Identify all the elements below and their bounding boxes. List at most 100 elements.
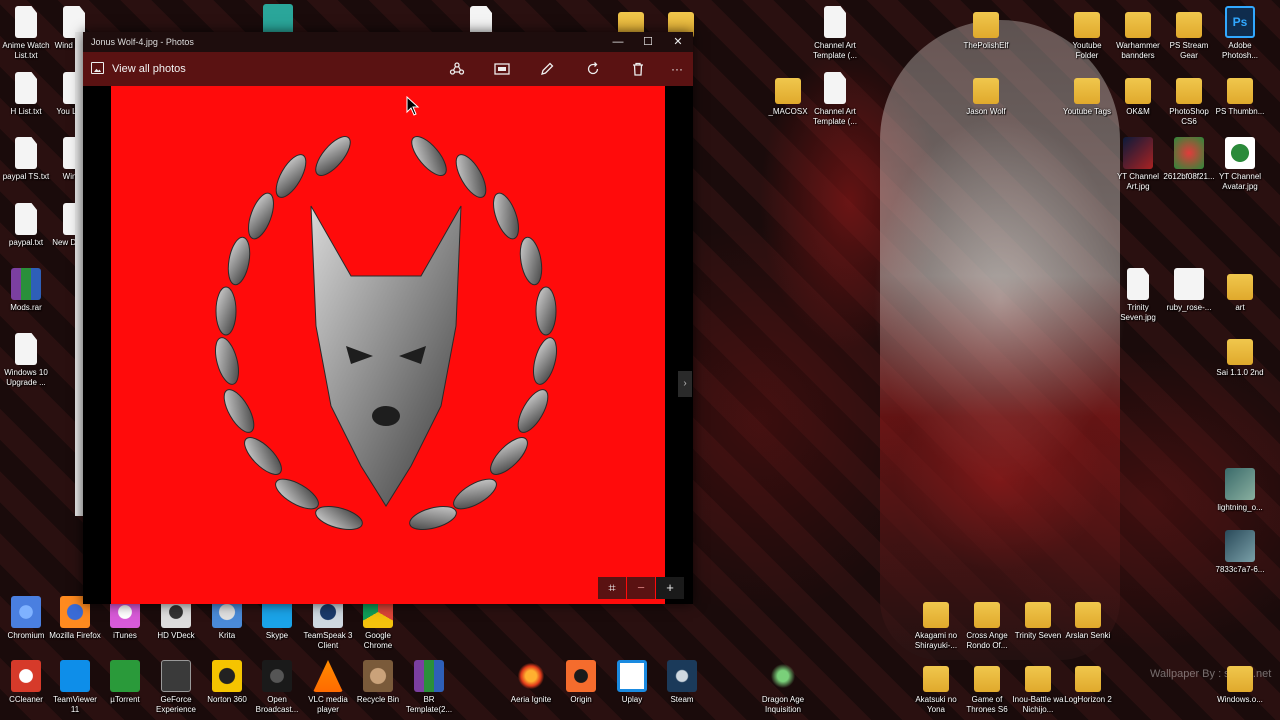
desktop-icon-teamviewer[interactable]: TeamViewer 11 xyxy=(49,660,101,715)
desktop-icon-ps-thumbn[interactable]: PS Thumbn... xyxy=(1214,72,1266,117)
desktop-icon-warhammer[interactable]: Warhammer bannders xyxy=(1112,6,1164,61)
desktop-icon-paypal-ts[interactable]: paypal TS.txt xyxy=(0,137,52,182)
desktop-icon-aeria-ignite[interactable]: Aeria Ignite xyxy=(505,660,557,705)
desktop-icon-geforce[interactable]: GeForce Experience xyxy=(150,660,202,715)
view-all-photos-link[interactable]: View all photos xyxy=(112,63,186,75)
desktop-icon-game-of-thrones[interactable]: Game of Thrones S6 xyxy=(961,660,1013,715)
desktop-icon-lightning[interactable]: lightning_o... xyxy=(1214,468,1266,513)
desktop-icon-obs[interactable]: Open Broadcast... xyxy=(251,660,303,715)
zoom-controls: ⌗ − + xyxy=(598,577,692,599)
text-file-icon xyxy=(15,72,37,104)
desktop-icon-thepolishelf[interactable]: ThePolishElf xyxy=(960,6,1012,51)
maximize-button[interactable]: ☐ xyxy=(633,32,663,52)
folder-icon xyxy=(1074,78,1100,104)
desktop-icon-photoshop-cs6[interactable]: PhotoShop CS6 xyxy=(1163,72,1215,127)
uplay-icon xyxy=(617,660,647,692)
folder-icon xyxy=(974,602,1000,628)
desktop-icon-macosx[interactable]: _MACOSX xyxy=(762,72,814,117)
desktop-icon-ruby-rose[interactable]: ruby_rose-... xyxy=(1163,268,1215,313)
file-icon xyxy=(824,6,846,38)
share-icon xyxy=(449,62,465,75)
fit-to-window-button[interactable]: ⌗ xyxy=(598,577,626,599)
mouse-cursor-icon xyxy=(406,96,420,116)
photo-canvas: › xyxy=(83,86,693,604)
desktop-icon-anime-watch-list[interactable]: Anime Watch List.txt xyxy=(0,6,52,61)
folder-icon xyxy=(973,78,999,104)
desktop-icon-channel-art-2[interactable]: Channel Art Template (... xyxy=(809,72,861,127)
desktop-icon-google-chrome[interactable]: Google Chrome xyxy=(352,596,404,651)
text-file-icon xyxy=(15,137,37,169)
more-button[interactable]: ··· xyxy=(665,58,689,80)
desktop-icon-mods-rar[interactable]: Mods.rar xyxy=(0,268,52,313)
desktop-icon-inou-battle[interactable]: Inou-Battle wa Nichijo... xyxy=(1012,660,1064,715)
desktop-icon-chromium[interactable]: Chromium xyxy=(0,596,52,641)
desktop-icon-2612bf08f21[interactable]: 2612bf08f21... xyxy=(1163,137,1215,182)
trash-icon xyxy=(633,62,643,76)
desktop-icon-art[interactable]: art xyxy=(1214,268,1266,313)
desktop-icon-youtube-folder[interactable]: Youtube Folder xyxy=(1061,6,1113,61)
desktop-icon-origin[interactable]: Origin xyxy=(555,660,607,705)
desktop-icon-windows-old[interactable]: Windows.o... xyxy=(1214,660,1266,705)
close-button[interactable]: ✕ xyxy=(663,32,693,52)
text-file-icon xyxy=(15,6,37,38)
folder-icon xyxy=(1125,12,1151,38)
desktop-icon-trinity-seven[interactable]: Trinity Seven xyxy=(1012,596,1064,641)
share-button[interactable] xyxy=(445,58,469,80)
folder-icon xyxy=(974,666,1000,692)
desktop-icon-vlc[interactable]: VLC media player xyxy=(302,660,354,715)
photoshop-icon: Ps xyxy=(1225,6,1255,38)
rotate-icon xyxy=(587,62,599,75)
desktop-icon-dragon-age[interactable]: Dragon Age Inquisition xyxy=(757,660,809,715)
desktop-icon-uplay[interactable]: Uplay xyxy=(606,660,658,705)
desktop-icon-br-template[interactable]: BR Template(2... xyxy=(403,660,455,715)
desktop-icon-okm[interactable]: OK&M xyxy=(1112,72,1164,117)
desktop-icon-cross-ange[interactable]: Cross Ange Rondo Of... xyxy=(961,596,1013,651)
desktop-icon-jason-wolf[interactable]: Jason Wolf xyxy=(960,72,1012,117)
desktop-icon-7833c7a7[interactable]: 7833c7a7-6... xyxy=(1214,530,1266,575)
desktop-icon-loghorizon[interactable]: LogHorizon 2 xyxy=(1062,660,1114,705)
desktop-icon-yt-channel-avatar[interactable]: YT Channel Avatar.jpg xyxy=(1214,137,1266,192)
desktop-icon-trinity-seven-jpg[interactable]: Trinity Seven.jpg xyxy=(1112,268,1164,323)
desktop-icon-windows-10-upgrade[interactable]: Windows 10 Upgrade ... xyxy=(0,333,52,388)
desktop-icon-h-list[interactable]: H List.txt xyxy=(0,72,52,117)
desktop-icon-arslan-senki[interactable]: Arslan Senki xyxy=(1062,596,1114,641)
desktop-icon-steam[interactable]: Steam xyxy=(656,660,708,705)
obs-icon xyxy=(262,660,292,692)
folder-icon xyxy=(923,666,949,692)
delete-button[interactable] xyxy=(626,58,650,80)
desktop-icon-teamspeak[interactable]: TeamSpeak 3 Client xyxy=(302,596,354,651)
window-title: Jonus Wolf-4.jpg - Photos xyxy=(91,37,194,47)
desktop-icon-sai[interactable]: Sai 1.1.0 2nd xyxy=(1214,333,1266,378)
recycle-bin-icon xyxy=(363,660,393,692)
desktop-icon-norton[interactable]: Norton 360 xyxy=(201,660,253,705)
zoom-out-button[interactable]: − xyxy=(627,577,655,599)
desktop-icon-youtube-tags[interactable]: Youtube Tags xyxy=(1061,72,1113,117)
desktop-icon-ccleaner[interactable]: CCleaner xyxy=(0,660,52,705)
next-photo-button[interactable]: › xyxy=(678,371,692,397)
desktop-icon-yt-channel-art[interactable]: YT Channel Art.jpg xyxy=(1112,137,1164,192)
text-file-icon xyxy=(15,333,37,365)
desktop-icon-paypal[interactable]: paypal.txt xyxy=(0,203,52,248)
rotate-button[interactable] xyxy=(581,58,605,80)
photo-image[interactable] xyxy=(111,86,665,604)
desktop-icon-utorrent[interactable]: µTorrent xyxy=(99,660,151,705)
desktop-icon-adobe-photoshop[interactable]: Ps Adobe Photosh... xyxy=(1214,6,1266,61)
folder-icon xyxy=(1227,666,1253,692)
photos-icon xyxy=(91,62,104,74)
folder-icon xyxy=(775,78,801,104)
slideshow-button[interactable] xyxy=(490,58,514,80)
desktop-icon-channel-art-1[interactable]: Channel Art Template (... xyxy=(809,6,861,61)
desktop-icon-akagami[interactable]: Akagami no Shirayuki-... xyxy=(910,596,962,651)
photos-toolbar: View all photos ··· xyxy=(83,52,693,86)
zoom-in-button[interactable]: + xyxy=(656,577,684,599)
minimize-button[interactable]: — xyxy=(603,32,633,52)
folder-icon xyxy=(1227,339,1253,365)
desktop-icon-akatsuki[interactable]: Akatsuki no Yona xyxy=(910,660,962,715)
image-icon xyxy=(1225,468,1255,500)
desktop-icon-ps-stream-gear[interactable]: PS Stream Gear xyxy=(1163,6,1215,61)
desktop-icon-recycle-bin[interactable]: Recycle Bin xyxy=(352,660,404,705)
edit-button[interactable] xyxy=(535,58,559,80)
image-icon xyxy=(1225,137,1255,169)
title-bar[interactable]: Jonus Wolf-4.jpg - Photos — ☐ ✕ xyxy=(83,32,693,52)
geforce-icon xyxy=(161,660,191,692)
